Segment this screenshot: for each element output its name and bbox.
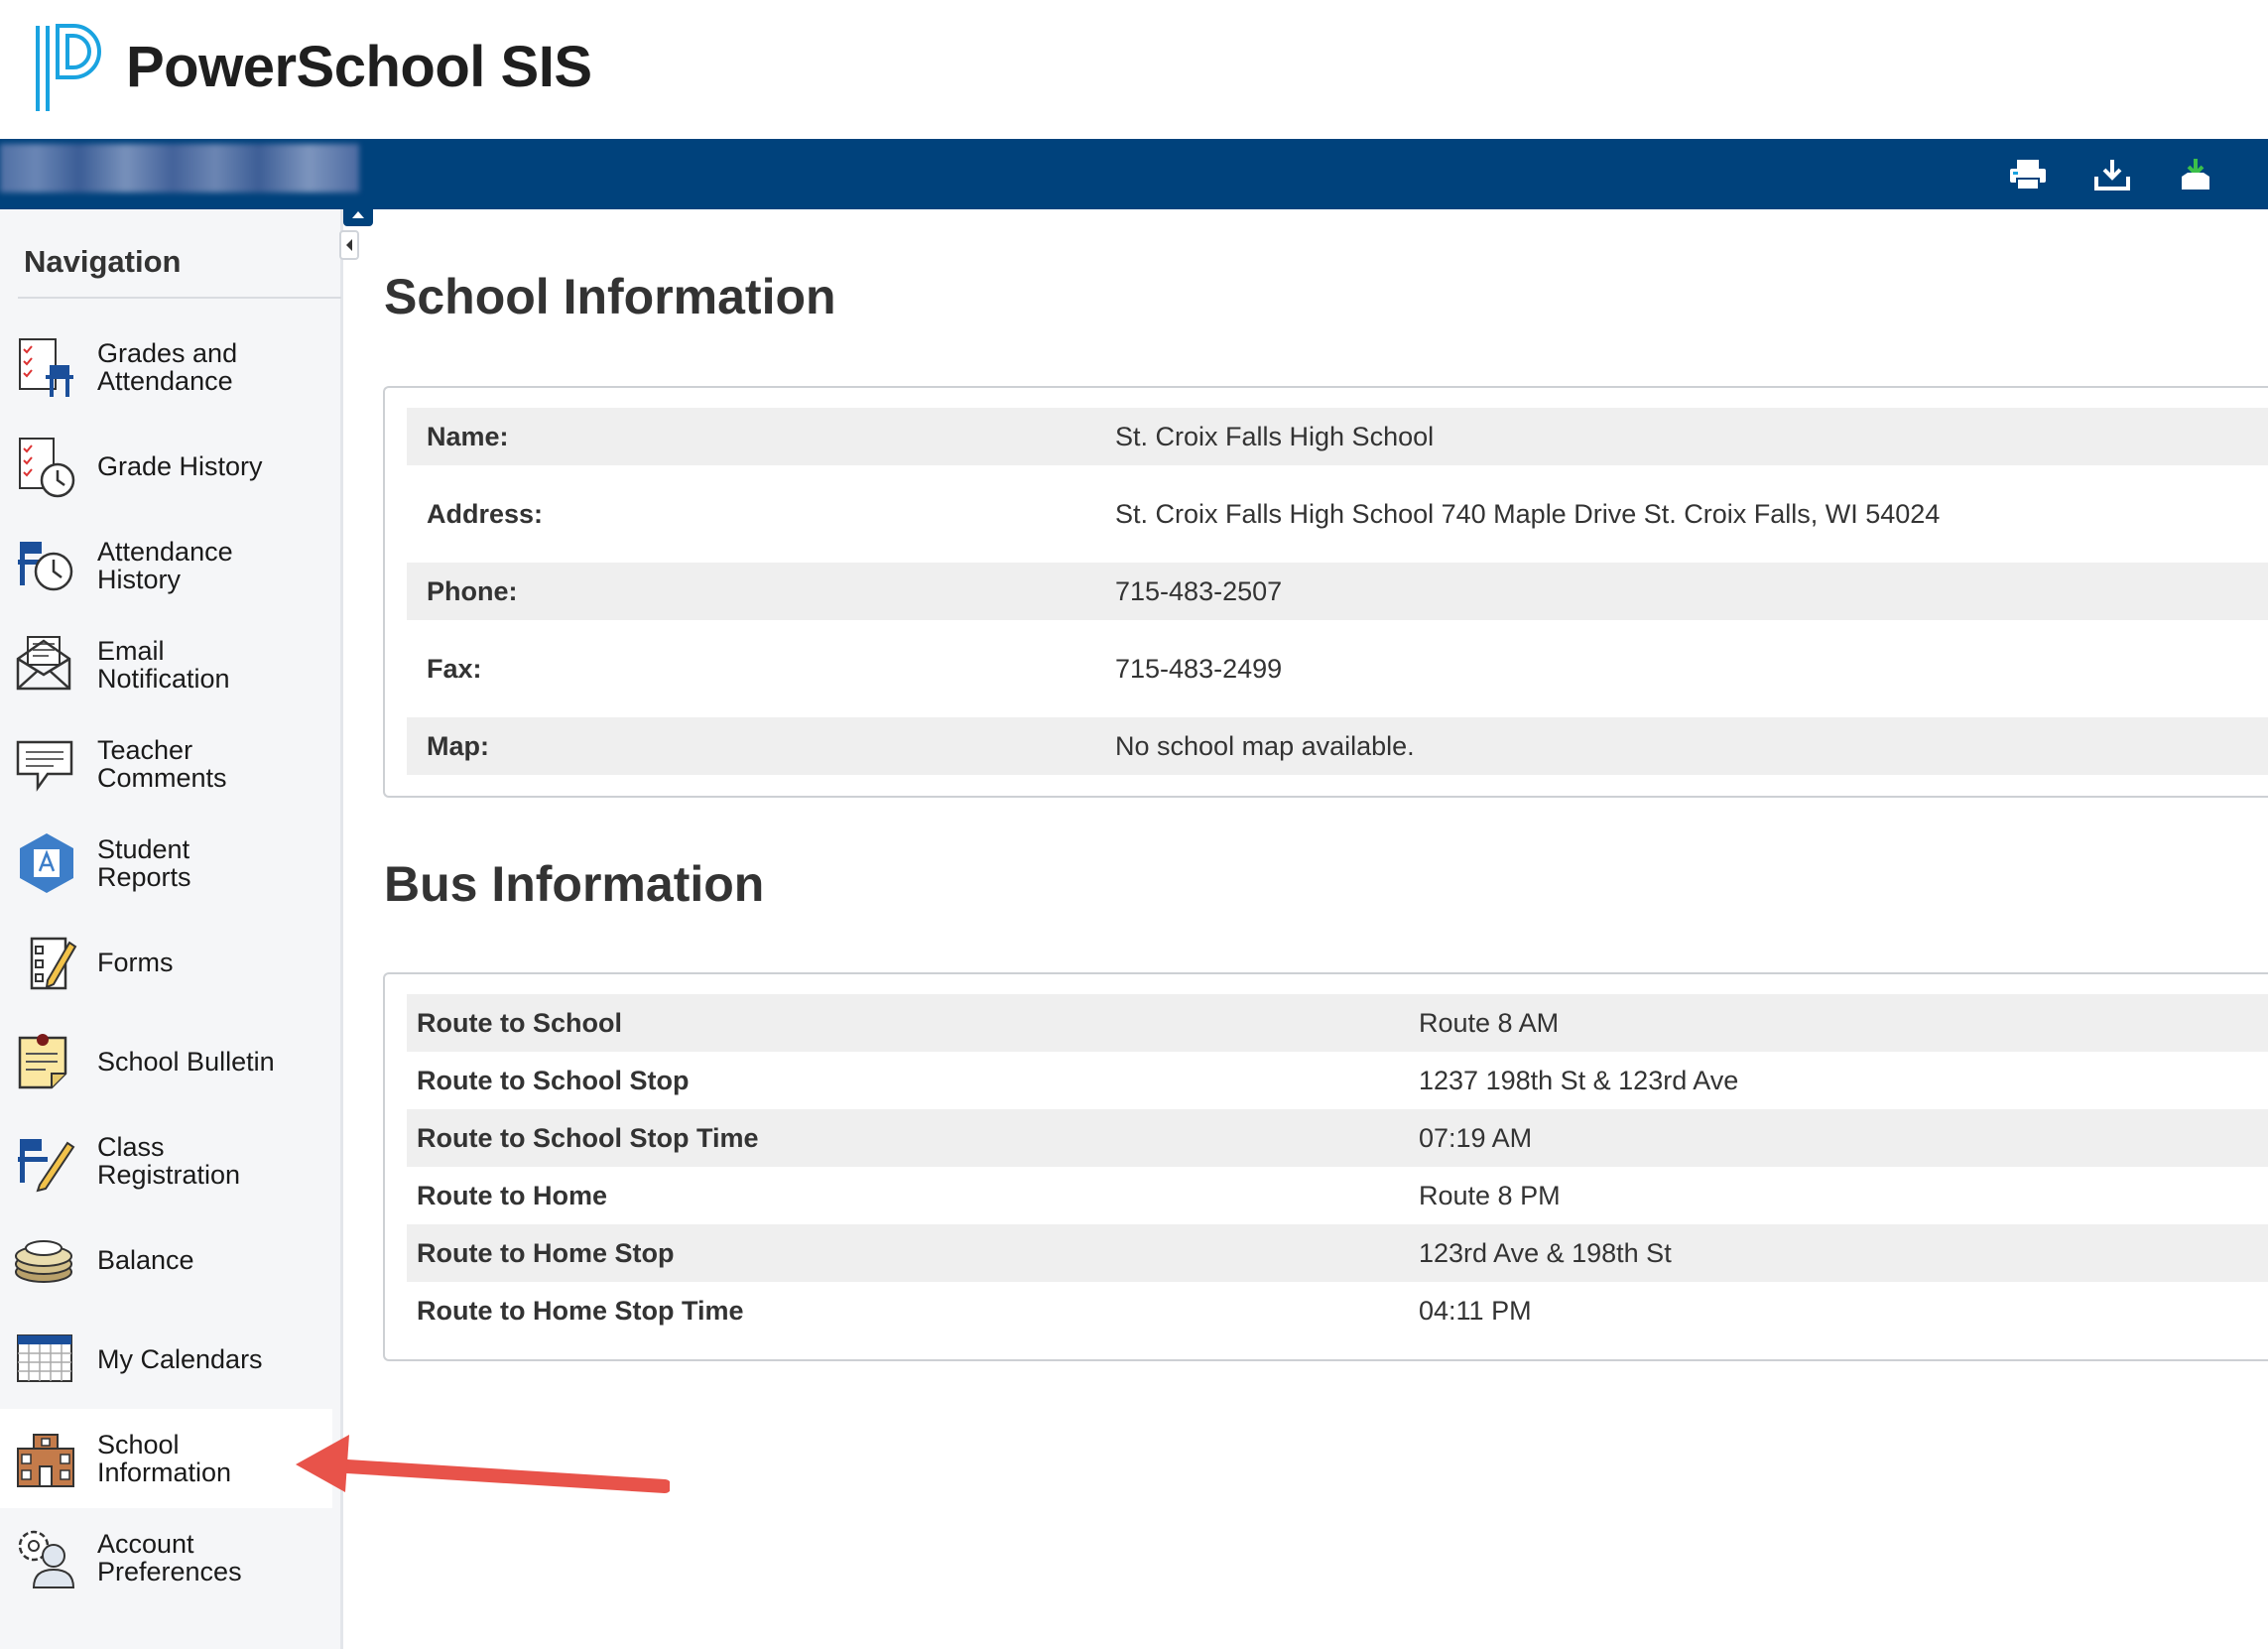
row-value: St. Croix Falls High School 740 Maple Dr… <box>1115 499 1941 529</box>
navigation-title: Navigation <box>24 244 182 279</box>
row-value: 715-483-2507 <box>1115 576 1283 606</box>
download-green-icon[interactable] <box>2176 157 2215 192</box>
nav-item-student-reports[interactable]: Student Reports <box>0 814 332 913</box>
powerschool-logo-icon[interactable] <box>32 22 107 113</box>
nav-item-grade-history[interactable]: Grade History <box>0 417 332 516</box>
row-value: St. Croix Falls High School <box>1115 422 1435 451</box>
table-row: Route to Home Stop 123rd Ave & 198th St <box>407 1224 2268 1282</box>
chevron-left-icon <box>346 239 352 251</box>
grade-history-icon <box>19 438 75 498</box>
nav-item-attendance-history[interactable]: Attendance History <box>0 516 332 615</box>
school-information-heading: School Information <box>384 269 836 324</box>
row-label: Phone: <box>427 576 518 606</box>
nav-label: My Calendars <box>97 1344 263 1374</box>
user-name-blurred <box>0 144 359 192</box>
table-row: Route to School Stop Time 07:19 AM <box>407 1109 2268 1167</box>
calendar-icon <box>17 1334 72 1382</box>
chevron-up-icon <box>352 211 364 218</box>
attendance-history-icon <box>18 542 73 591</box>
row-label: Route to School <box>417 1008 622 1038</box>
row-label: Route to Home <box>417 1181 607 1210</box>
table-row: Fax: 715-483-2499 <box>407 640 2268 698</box>
nav-label: Class Registration <box>97 1132 241 1190</box>
nav-item-school-bulletin[interactable]: School Bulletin <box>0 1012 332 1111</box>
table-row: Name: St. Croix Falls High School <box>407 408 2268 465</box>
table-row: Route to Home Route 8 PM <box>407 1167 2268 1224</box>
nav-label: Attendance History <box>97 537 233 594</box>
nav-item-teacher-comments[interactable]: Teacher Comments <box>0 714 332 814</box>
account-preferences-icon <box>18 1530 75 1588</box>
nav-label: Student Reports <box>97 834 191 892</box>
bus-information-heading: Bus Information <box>384 856 765 912</box>
nav-item-school-information[interactable]: School Information <box>0 1409 332 1508</box>
table-row: Map: No school map available. <box>407 717 2268 775</box>
nav-item-account-preferences[interactable]: Account Preferences <box>0 1508 332 1607</box>
grades-attendance-icon <box>19 338 73 397</box>
table-row: Address: St. Croix Falls High School 740… <box>407 485 2268 543</box>
row-label: Map: <box>427 731 489 761</box>
row-value: Route 8 PM <box>1419 1181 1561 1210</box>
school-icon <box>17 1434 74 1487</box>
row-value: 715-483-2499 <box>1115 654 1283 684</box>
nav-item-grades-attendance[interactable]: Grades and Attendance <box>0 317 332 417</box>
row-label: Route to School Stop Time <box>417 1123 759 1153</box>
class-registration-icon <box>18 1139 75 1193</box>
collapse-header-button[interactable] <box>343 204 373 226</box>
row-value: 1237 198th St & 123rd Ave <box>1419 1066 1739 1095</box>
nav-label: Email Notification <box>97 636 230 694</box>
nav-label: Balance <box>97 1245 194 1275</box>
nav-item-balance[interactable]: Balance <box>0 1210 332 1310</box>
nav-item-email-notification[interactable]: Email Notification <box>0 615 332 714</box>
printer-icon[interactable] <box>2008 157 2048 192</box>
app-title: PowerSchool SIS <box>126 35 592 99</box>
balance-icon <box>15 1240 72 1283</box>
email-icon <box>16 636 71 691</box>
forms-icon <box>30 937 77 990</box>
table-row: Phone: 715-483-2507 <box>407 563 2268 620</box>
comments-icon <box>16 740 73 792</box>
row-label: Name: <box>427 422 509 451</box>
student-reports-icon <box>20 833 73 893</box>
row-label: Route to School Stop <box>417 1066 690 1095</box>
annotation-arrow-icon <box>296 1435 670 1493</box>
row-label: Address: <box>427 499 544 529</box>
nav-item-forms[interactable]: Forms <box>0 913 332 1012</box>
table-row: Route to Home Stop Time 04:11 PM <box>407 1282 2268 1339</box>
row-value: 123rd Ave & 198th St <box>1419 1238 1672 1268</box>
bulletin-icon <box>18 1034 67 1089</box>
nav-item-my-calendars[interactable]: My Calendars <box>0 1310 332 1409</box>
nav-label: School Information <box>97 1430 232 1487</box>
collapse-sidebar-button[interactable] <box>339 230 359 260</box>
nav-label: School Bulletin <box>97 1047 275 1077</box>
top-bar <box>0 139 2268 209</box>
table-row: Route to School Route 8 AM <box>407 994 2268 1052</box>
row-label: Fax: <box>427 654 482 684</box>
nav-label: Teacher Comments <box>97 735 227 793</box>
row-label: Route to Home Stop <box>417 1238 675 1268</box>
nav-label: Grades and Attendance <box>97 338 238 396</box>
table-row: Route to School Stop 1237 198th St & 123… <box>407 1052 2268 1109</box>
bus-information-table: Route to School Route 8 AM Route to Scho… <box>383 972 2268 1361</box>
nav-label: Grade History <box>97 451 263 481</box>
nav-label: Forms <box>97 948 174 977</box>
app-header: PowerSchool SIS <box>0 0 2268 139</box>
row-value: 07:19 AM <box>1419 1123 1533 1153</box>
download-icon[interactable] <box>2092 157 2132 192</box>
row-value: 04:11 PM <box>1419 1296 1532 1326</box>
row-value: No school map available. <box>1115 731 1415 761</box>
row-value: Route 8 AM <box>1419 1008 1560 1038</box>
nav-item-class-registration[interactable]: Class Registration <box>0 1111 332 1210</box>
navigation-divider <box>18 297 341 299</box>
row-label: Route to Home Stop Time <box>417 1296 744 1326</box>
school-information-table: Name: St. Croix Falls High School Addres… <box>383 386 2268 798</box>
nav-label: Account Preferences <box>97 1529 242 1586</box>
